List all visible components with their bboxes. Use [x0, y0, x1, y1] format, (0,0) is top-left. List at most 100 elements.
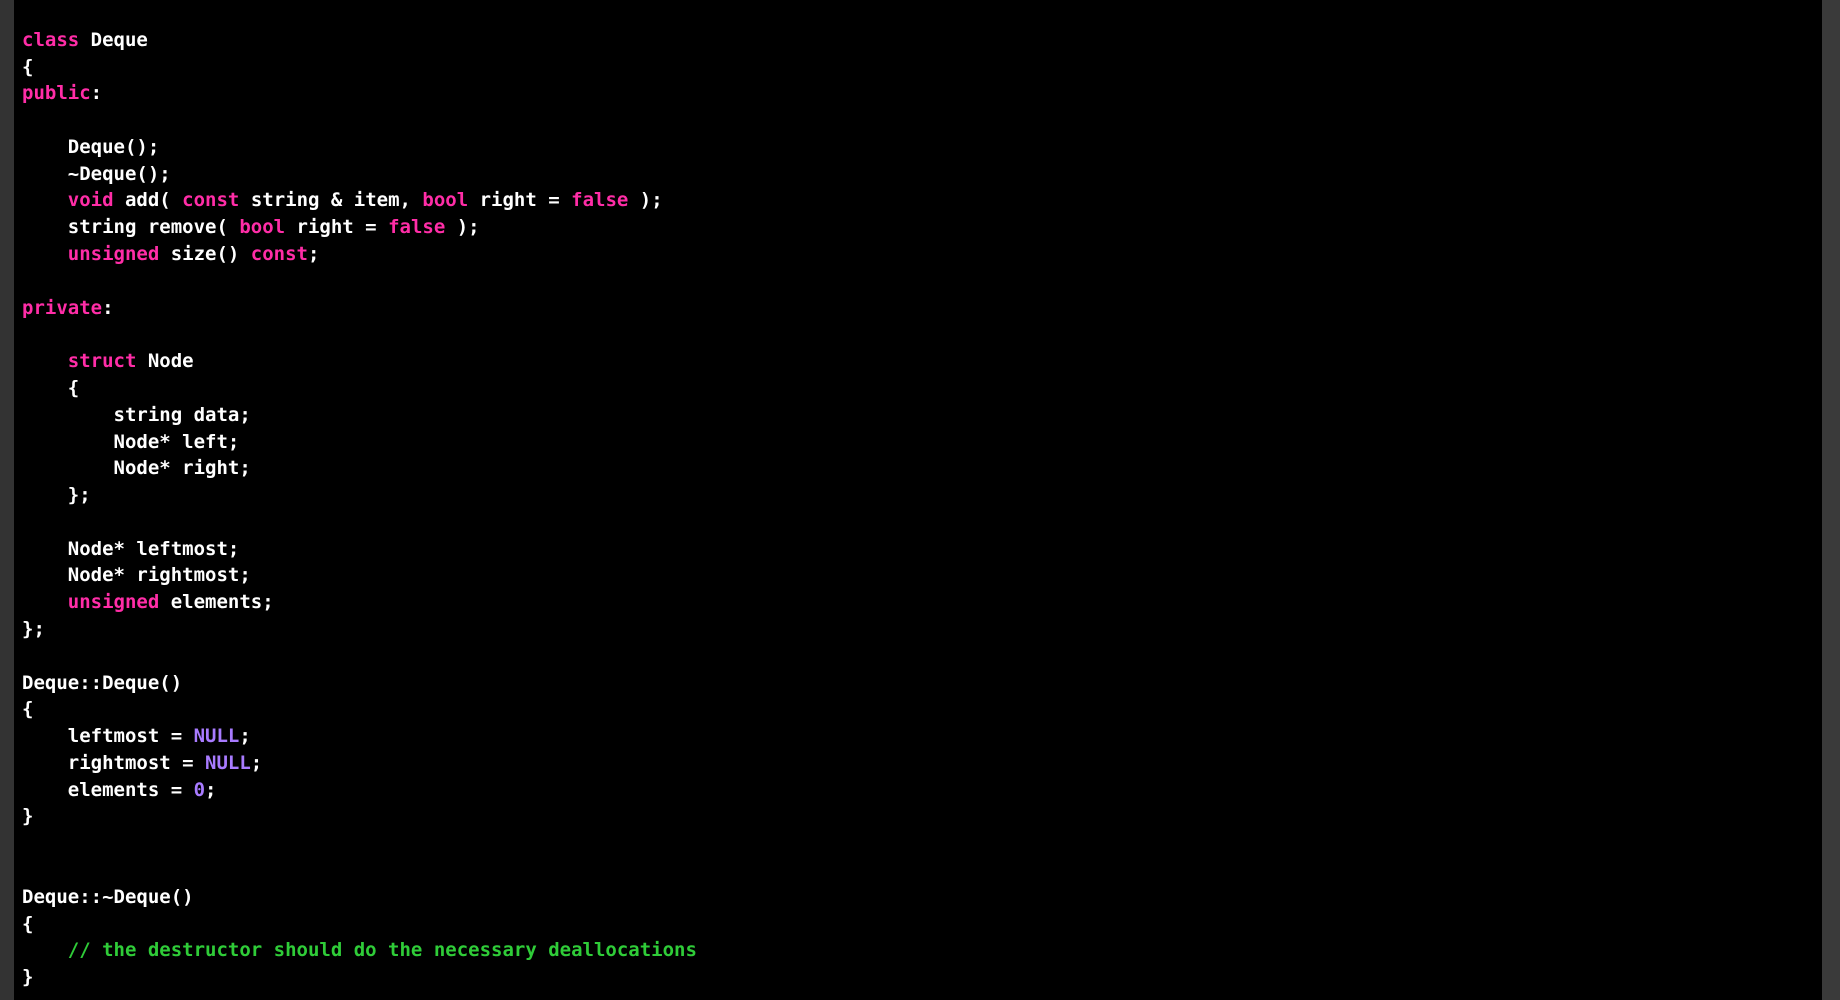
code-token: };	[22, 484, 91, 506]
code-token: right =	[285, 216, 388, 238]
code-token: elements =	[22, 779, 194, 801]
code-area[interactable]: class Deque{public: Deque(); ~Deque(); v…	[14, 0, 1840, 1000]
code-token	[22, 939, 68, 961]
code-line[interactable]: ~Deque();	[22, 161, 1832, 188]
code-line[interactable]: unsigned size() const;	[22, 241, 1832, 268]
code-token: }	[22, 966, 33, 988]
code-line[interactable]	[22, 0, 1832, 27]
code-token	[22, 350, 68, 372]
code-token: );	[445, 216, 479, 238]
code-token: ;	[205, 779, 216, 801]
code-token: NULL	[194, 725, 240, 747]
code-line[interactable]: rightmost = NULL;	[22, 750, 1832, 777]
code-line[interactable]	[22, 509, 1832, 536]
code-token: false	[388, 216, 445, 238]
code-token: Deque::Deque()	[22, 672, 182, 694]
code-token: ;	[239, 725, 250, 747]
code-token	[22, 189, 68, 211]
code-token: bool	[239, 216, 285, 238]
code-token: elements;	[159, 591, 273, 613]
code-line[interactable]: class Deque	[22, 27, 1832, 54]
code-token	[22, 243, 68, 265]
code-line[interactable]: {	[22, 696, 1832, 723]
code-token: false	[571, 189, 628, 211]
code-line[interactable]: Deque::~Deque()	[22, 884, 1832, 911]
code-line[interactable]: unsigned elements;	[22, 589, 1832, 616]
code-line[interactable]: public:	[22, 80, 1832, 107]
code-token: Deque();	[22, 136, 159, 158]
scrollbar-track[interactable]	[1822, 0, 1840, 1000]
code-line[interactable]: Deque::Deque()	[22, 670, 1832, 697]
code-token: right =	[468, 189, 571, 211]
editor-container: class Deque{public: Deque(); ~Deque(); v…	[0, 0, 1840, 1000]
code-token: 0	[194, 779, 205, 801]
code-line[interactable]: Node* leftmost;	[22, 536, 1832, 563]
gutter	[0, 0, 14, 1000]
code-token: class	[22, 29, 79, 51]
code-token: leftmost =	[22, 725, 194, 747]
code-line[interactable]: };	[22, 482, 1832, 509]
code-token: };	[22, 618, 45, 640]
code-token: {	[22, 913, 33, 935]
code-line[interactable]: {	[22, 54, 1832, 81]
code-token: {	[22, 377, 79, 399]
code-token: Deque::~Deque()	[22, 886, 194, 908]
code-token	[22, 591, 68, 613]
code-token: unsigned	[68, 243, 160, 265]
code-token: const	[182, 189, 239, 211]
code-token: size()	[159, 243, 251, 265]
code-token: rightmost =	[22, 752, 205, 774]
code-line[interactable]: {	[22, 911, 1832, 938]
code-line[interactable]: struct Node	[22, 348, 1832, 375]
code-token: add(	[114, 189, 183, 211]
code-token: ;	[308, 243, 319, 265]
code-token: ~Deque();	[22, 163, 171, 185]
code-token: }	[22, 805, 33, 827]
code-line[interactable]: }	[22, 964, 1832, 991]
code-line[interactable]	[22, 857, 1832, 884]
code-line[interactable]	[22, 321, 1832, 348]
code-line[interactable]	[22, 830, 1832, 857]
code-token: // the destructor should do the necessar…	[68, 939, 697, 961]
code-token: bool	[422, 189, 468, 211]
code-token: unsigned	[68, 591, 160, 613]
code-token: const	[251, 243, 308, 265]
code-line[interactable]: Node* left;	[22, 429, 1832, 456]
code-token: string & item,	[239, 189, 422, 211]
code-line[interactable]	[22, 268, 1832, 295]
code-line[interactable]: void add( const string & item, bool righ…	[22, 187, 1832, 214]
code-token: Node	[136, 350, 193, 372]
code-token: public	[22, 82, 91, 104]
code-line[interactable]	[22, 643, 1832, 670]
code-token: ;	[251, 752, 262, 774]
code-line[interactable]	[22, 107, 1832, 134]
code-token: );	[628, 189, 662, 211]
code-line[interactable]: }	[22, 803, 1832, 830]
code-token: string remove(	[22, 216, 239, 238]
code-line[interactable]: };	[22, 616, 1832, 643]
code-token: Node* right;	[22, 457, 251, 479]
code-token: Node* leftmost;	[22, 538, 239, 560]
code-token: NULL	[205, 752, 251, 774]
code-token: private	[22, 297, 102, 319]
code-line[interactable]: private:	[22, 295, 1832, 322]
code-line[interactable]: Node* right;	[22, 455, 1832, 482]
code-line[interactable]: elements = 0;	[22, 777, 1832, 804]
code-token: :	[102, 297, 113, 319]
code-token: struct	[68, 350, 137, 372]
code-token: {	[22, 56, 33, 78]
code-token: void	[68, 189, 114, 211]
code-line[interactable]: Node* rightmost;	[22, 562, 1832, 589]
code-token: Node* rightmost;	[22, 564, 251, 586]
code-line[interactable]: {	[22, 375, 1832, 402]
code-token: Node* left;	[22, 431, 239, 453]
code-line[interactable]: Deque();	[22, 134, 1832, 161]
code-line[interactable]: string data;	[22, 402, 1832, 429]
code-token: string data;	[22, 404, 251, 426]
code-line[interactable]: leftmost = NULL;	[22, 723, 1832, 750]
code-line[interactable]: string remove( bool right = false );	[22, 214, 1832, 241]
code-token: {	[22, 698, 33, 720]
code-token: :	[91, 82, 102, 104]
code-token: Deque	[79, 29, 148, 51]
code-line[interactable]: // the destructor should do the necessar…	[22, 937, 1832, 964]
